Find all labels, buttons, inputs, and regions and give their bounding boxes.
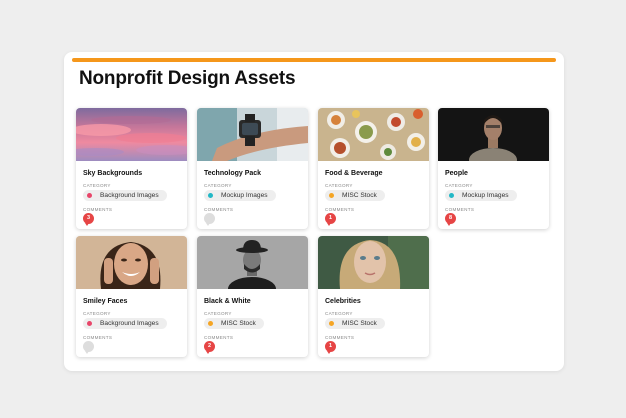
category-chip[interactable]: Mockup Images <box>445 190 517 201</box>
category-chip[interactable]: MISC Stock <box>325 190 385 201</box>
comment-count-badge[interactable]: 1 <box>325 341 336 354</box>
card-smiley-faces[interactable]: Smiley Faces CATEGORY Background Images … <box>76 236 187 357</box>
category-dot-icon <box>208 321 213 326</box>
comment-count-badge[interactable] <box>204 213 215 226</box>
card-black-white[interactable]: Black & White CATEGORY MISC Stock COMMEN… <box>197 236 308 357</box>
comment-count-badge[interactable]: 8 <box>445 213 456 226</box>
category-dot-icon <box>87 193 92 198</box>
card-food-beverage[interactable]: Food & Beverage CATEGORY MISC Stock COMM… <box>318 108 429 229</box>
comment-count-badge[interactable]: 2 <box>204 341 215 354</box>
accent-bar <box>72 58 556 62</box>
card-title: Technology Pack <box>204 170 262 177</box>
card-image <box>318 108 429 161</box>
board-title: Nonprofit Design Assets <box>79 68 296 89</box>
card-image <box>76 236 187 289</box>
category-text: Background Images <box>100 320 159 327</box>
card-image <box>318 236 429 289</box>
category-dot-icon <box>87 321 92 326</box>
category-text: MISC Stock <box>342 320 377 327</box>
category-label: CATEGORY <box>325 311 353 316</box>
comments-label: COMMENTS <box>204 207 234 212</box>
card-people[interactable]: People CATEGORY Mockup Images COMMENTS 8 <box>438 108 549 229</box>
comment-count-badge[interactable] <box>83 341 94 354</box>
category-dot-icon <box>329 321 334 326</box>
comments-label: COMMENTS <box>325 335 355 340</box>
comments-label: COMMENTS <box>204 335 234 340</box>
category-label: CATEGORY <box>83 183 111 188</box>
card-image <box>197 108 308 161</box>
card-title: Smiley Faces <box>83 298 128 305</box>
comments-label: COMMENTS <box>83 335 113 340</box>
category-label: CATEGORY <box>83 311 111 316</box>
category-dot-icon <box>208 193 213 198</box>
card-title: People <box>445 170 468 177</box>
comments-label: COMMENTS <box>83 207 113 212</box>
category-chip[interactable]: MISC Stock <box>325 318 385 329</box>
category-chip[interactable]: Background Images <box>83 190 167 201</box>
card-title: Sky Backgrounds <box>83 170 143 177</box>
category-chip[interactable]: MISC Stock <box>204 318 264 329</box>
category-label: CATEGORY <box>445 183 473 188</box>
card-sky-backgrounds[interactable]: Sky Backgrounds CATEGORY Background Imag… <box>76 108 187 229</box>
category-dot-icon <box>449 193 454 198</box>
category-text: MISC Stock <box>342 192 377 199</box>
card-celebrities[interactable]: Celebrities CATEGORY MISC Stock COMMENTS… <box>318 236 429 357</box>
comment-count-badge[interactable]: 3 <box>83 213 94 226</box>
card-title: Black & White <box>204 298 251 305</box>
category-chip[interactable]: Mockup Images <box>204 190 276 201</box>
category-chip[interactable]: Background Images <box>83 318 167 329</box>
category-text: Mockup Images <box>462 192 509 199</box>
card-title: Celebrities <box>325 298 361 305</box>
card-image <box>197 236 308 289</box>
comment-count-badge[interactable]: 1 <box>325 213 336 226</box>
card-image <box>76 108 187 161</box>
category-label: CATEGORY <box>204 183 232 188</box>
category-label: CATEGORY <box>204 311 232 316</box>
category-label: CATEGORY <box>325 183 353 188</box>
comments-label: COMMENTS <box>445 207 475 212</box>
category-dot-icon <box>329 193 334 198</box>
category-text: Mockup Images <box>221 192 268 199</box>
category-text: MISC Stock <box>221 320 256 327</box>
board-panel: Nonprofit Design Assets Sky Backgrounds … <box>64 52 564 371</box>
card-image <box>438 108 549 161</box>
comments-label: COMMENTS <box>325 207 355 212</box>
card-technology-pack[interactable]: Technology Pack CATEGORY Mockup Images C… <box>197 108 308 229</box>
category-text: Background Images <box>100 192 159 199</box>
card-title: Food & Beverage <box>325 170 383 177</box>
